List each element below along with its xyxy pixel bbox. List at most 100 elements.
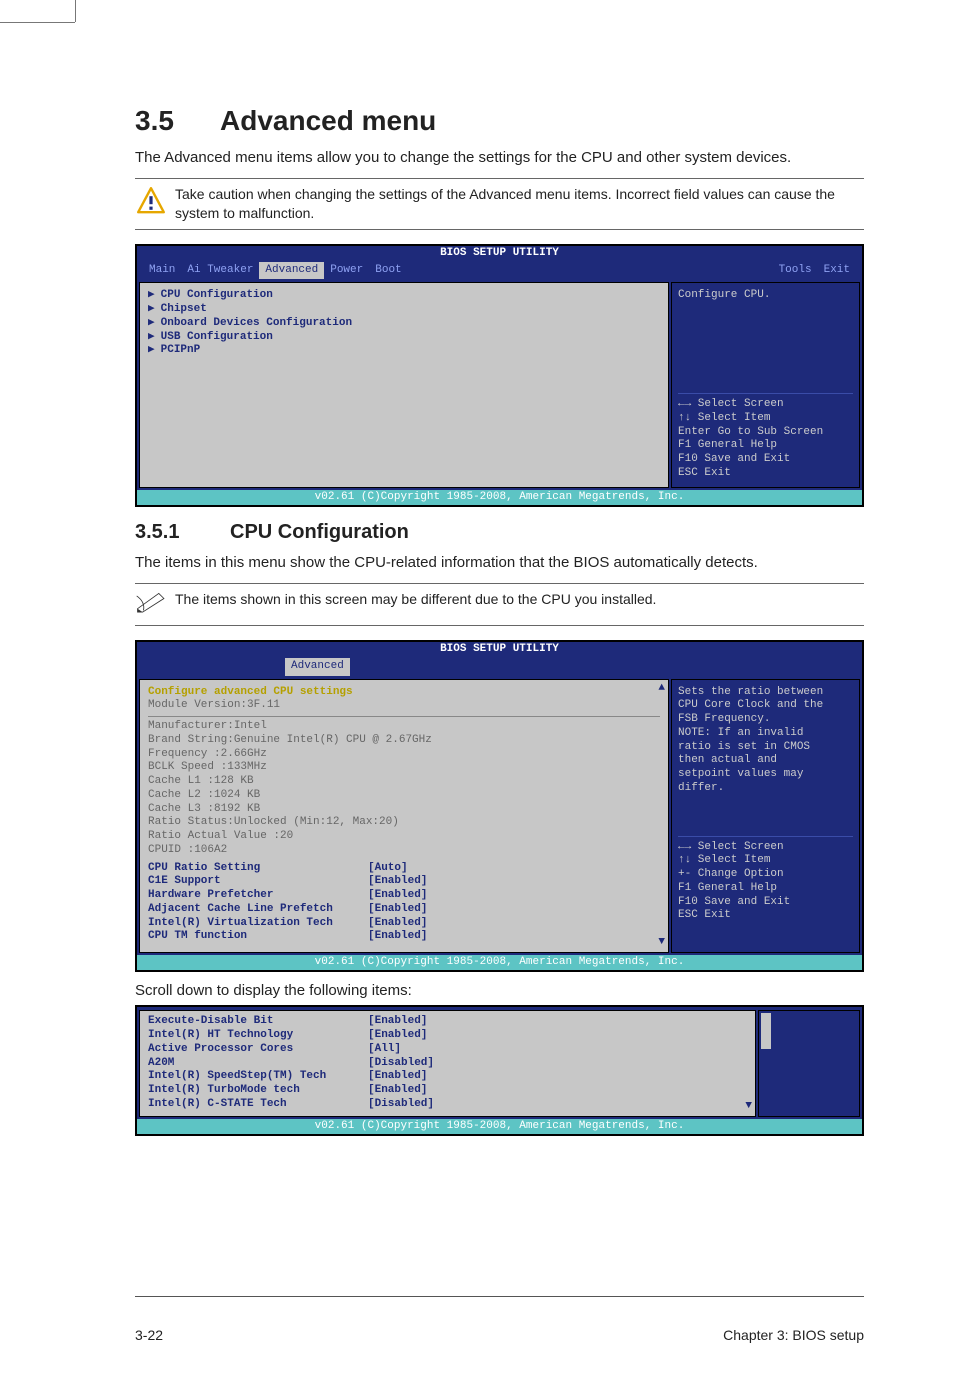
tab-ai-tweaker: Ai Tweaker xyxy=(181,262,259,280)
nav-pm: +- Change Option xyxy=(678,868,853,882)
menu-chipset: Chipset xyxy=(161,303,207,315)
bios-help-pane: Configure CPU. ←→ Select Screen ↑↓ Selec… xyxy=(671,282,860,487)
nav-f1: F1 General Help xyxy=(678,439,853,453)
warning-text: Take caution when changing the settings … xyxy=(175,185,864,223)
cpu-info-5: Cache L2 :1024 KB xyxy=(148,789,660,803)
crop-mark xyxy=(0,22,75,23)
setting-val: [Enabled] xyxy=(368,1070,427,1084)
bios-footer: v02.61 (C)Copyright 1985-2008, American … xyxy=(137,490,862,506)
cpu-info-0: Manufacturer:Intel xyxy=(148,720,660,734)
subsection-heading: 3.5.1CPU Configuration xyxy=(135,521,864,544)
setting-val: [All] xyxy=(368,1043,401,1057)
nav-f10: F10 Save and Exit xyxy=(678,453,853,467)
nav-help: ←→ Select Screen ↑↓ Select Item Enter Go… xyxy=(678,393,853,481)
scrollbar-indicator xyxy=(761,1013,771,1049)
bios-menubar: Main Ai Tweaker Advanced Power Boot Tool… xyxy=(137,262,862,280)
bios-left-pane: ▶ CPU Configuration ▶ Chipset ▶ Onboard Dev… xyxy=(139,282,669,487)
cpu-info-7: Ratio Status:Unlocked (Min:12, Max:20) xyxy=(148,816,660,830)
setting-val: [Enabled] xyxy=(368,875,427,889)
scroll-caption: Scroll down to display the following ite… xyxy=(135,980,864,1001)
setting-lbl: A20M xyxy=(148,1057,368,1071)
setting-val: [Enabled] xyxy=(368,903,427,917)
bios-body: ▶ CPU Configuration ▶ Chipset ▶ Onboard Dev… xyxy=(137,279,862,489)
setting-val: [Auto] xyxy=(368,862,408,876)
setting-val: [Disabled] xyxy=(368,1057,434,1071)
nav-help: ←→ Select Screen ↑↓ Select Item +- Chang… xyxy=(678,836,853,924)
crop-mark xyxy=(75,0,76,22)
menu-cpu-config: CPU Configuration xyxy=(161,289,273,301)
tab-advanced: Advanced xyxy=(285,658,350,676)
nav-ud: ↑↓ Select Item xyxy=(678,412,853,426)
warning-box: Take caution when changing the settings … xyxy=(135,178,864,230)
bios-side-pane xyxy=(758,1010,860,1116)
subsection-number: 3.5.1 xyxy=(135,521,230,544)
tab-power: Power xyxy=(324,262,369,280)
tab-boot: Boot xyxy=(369,262,407,280)
nav-f1: F1 General Help xyxy=(678,882,853,896)
section-heading: 3.5Advanced menu xyxy=(135,105,864,137)
cpu-info-9: CPUID :106A2 xyxy=(148,844,660,858)
setting-lbl: CPU Ratio Setting xyxy=(148,862,368,876)
submenu-arrow-icon: ▶ xyxy=(148,344,155,356)
nav-enter: Enter Go to Sub Screen xyxy=(678,426,853,440)
note-text: The items shown in this screen may be di… xyxy=(175,590,656,609)
setting-lbl: Intel(R) C-STATE Tech xyxy=(148,1098,368,1112)
setting-lbl: Active Processor Cores xyxy=(148,1043,368,1057)
setting-lbl: C1E Support xyxy=(148,875,368,889)
nav-lr: ←→ Select Screen xyxy=(678,398,853,412)
setting-lbl: Intel(R) Virtualization Tech xyxy=(148,917,368,931)
tab-exit: Exit xyxy=(818,262,856,280)
pencil-icon xyxy=(135,590,175,619)
bios-screen-cpu-config: BIOS SETUP UTILITY Advanced ▲ ▼ Configur… xyxy=(135,640,864,972)
cpu-info-2: Frequency :2.66GHz xyxy=(148,748,660,762)
help-line: NOTE: If an invalid xyxy=(678,727,853,741)
subsection-title: CPU Configuration xyxy=(230,521,409,543)
module-version: Module Version:3F.11 xyxy=(148,699,660,713)
nav-ud: ↑↓ Select Item xyxy=(678,854,853,868)
setting-val: [Enabled] xyxy=(368,917,427,931)
tab-main: Main xyxy=(143,262,181,280)
nav-f10: F10 Save and Exit xyxy=(678,896,853,910)
cpu-info-4: Cache L1 :128 KB xyxy=(148,775,660,789)
chapter-label: Chapter 3: BIOS setup xyxy=(723,1327,864,1343)
bios-body: ▲ ▼ Configure advanced CPU settings Modu… xyxy=(137,676,862,955)
bios-screen-scroll-fragment: ▼ Execute-Disable Bit[Enabled] Intel(R) … xyxy=(135,1005,864,1136)
nav-lr: ←→ Select Screen xyxy=(678,841,853,855)
bios-screen-advanced: BIOS SETUP UTILITY Main Ai Tweaker Advan… xyxy=(135,244,864,508)
bios-title: BIOS SETUP UTILITY xyxy=(137,642,862,658)
cpu-info-3: BCLK Speed :133MHz xyxy=(148,761,660,775)
setting-val: [Enabled] xyxy=(368,889,427,903)
setting-lbl: Execute-Disable Bit xyxy=(148,1015,368,1029)
setting-lbl: CPU TM function xyxy=(148,930,368,944)
setting-val: [Disabled] xyxy=(368,1098,434,1112)
setting-lbl: Adjacent Cache Line Prefetch xyxy=(148,903,368,917)
menu-onboard: Onboard Devices Configuration xyxy=(161,317,352,329)
divider xyxy=(148,716,660,717)
intro-text: The Advanced menu items allow you to cha… xyxy=(135,147,864,168)
setting-lbl: Intel(R) SpeedStep(TM) Tech xyxy=(148,1070,368,1084)
help-line: then actual and xyxy=(678,754,853,768)
section-title: Advanced menu xyxy=(220,105,436,136)
bios-body: ▼ Execute-Disable Bit[Enabled] Intel(R) … xyxy=(137,1007,862,1118)
setting-lbl: Intel(R) TurboMode tech xyxy=(148,1084,368,1098)
help-line: CPU Core Clock and the xyxy=(678,699,853,713)
bios-left-pane: ▼ Execute-Disable Bit[Enabled] Intel(R) … xyxy=(139,1010,756,1116)
bios-footer: v02.61 (C)Copyright 1985-2008, American … xyxy=(137,1119,862,1135)
submenu-arrow-icon: ▶ xyxy=(148,303,155,315)
submenu-arrow-icon: ▶ xyxy=(148,317,155,329)
tab-advanced: Advanced xyxy=(259,262,324,280)
setting-val: [Enabled] xyxy=(368,1015,427,1029)
cpu-info-8: Ratio Actual Value :20 xyxy=(148,830,660,844)
nav-esc: ESC Exit xyxy=(678,909,853,923)
bios-menubar: Advanced xyxy=(137,658,862,676)
help-line: ratio is set in CMOS xyxy=(678,741,853,755)
page-footer: 3-22 Chapter 3: BIOS setup xyxy=(135,1296,864,1367)
cpu-header: Configure advanced CPU settings xyxy=(148,686,660,700)
nav-esc: ESC Exit xyxy=(678,467,853,481)
menu-pcipnp: PCIPnP xyxy=(161,344,201,356)
subsection-intro: The items in this menu show the CPU-rela… xyxy=(135,552,864,573)
menu-usb: USB Configuration xyxy=(161,331,273,343)
setting-lbl: Intel(R) HT Technology xyxy=(148,1029,368,1043)
setting-val: [Enabled] xyxy=(368,1029,427,1043)
setting-lbl: Hardware Prefetcher xyxy=(148,889,368,903)
